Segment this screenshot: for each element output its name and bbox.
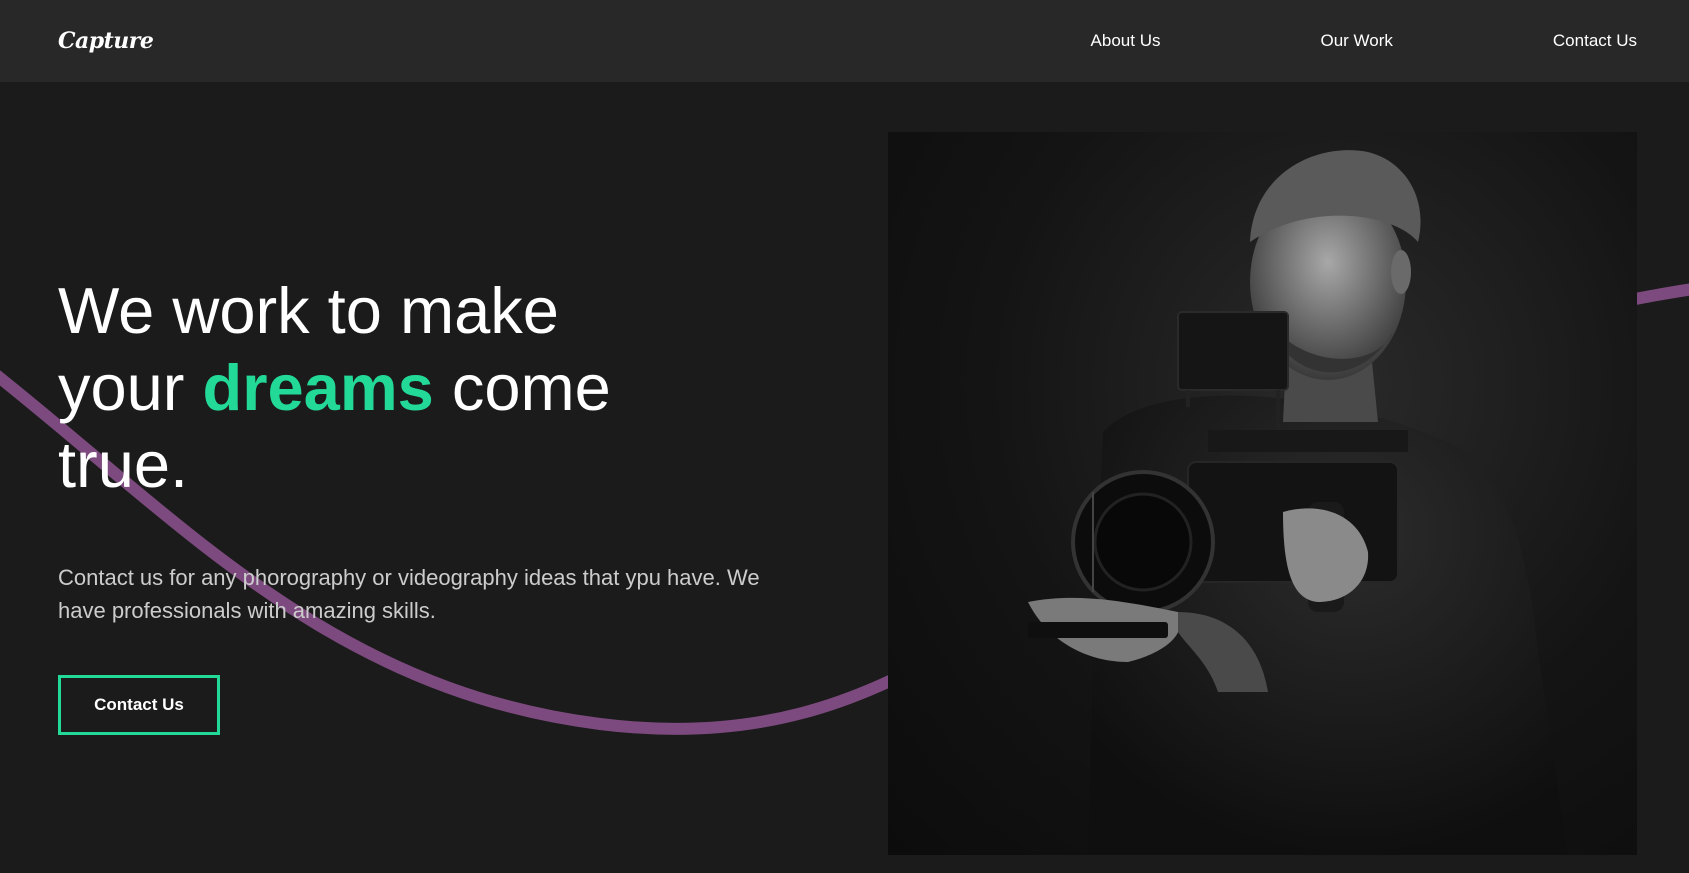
nav-link-contact-us[interactable]: Contact Us [1553,31,1637,51]
top-nav: Capture About Us Our Work Contact Us [0,0,1689,82]
contact-us-button[interactable]: Contact Us [58,675,220,735]
logo[interactable]: Capture [58,28,154,54]
nav-link-our-work[interactable]: Our Work [1320,31,1392,51]
hero-headline: We work to make your dreams come true. [58,272,698,503]
landing-page: Capture About Us Our Work Contact Us We … [0,0,1689,873]
headline-accent-word: dreams [202,351,434,424]
hero-content: We work to make your dreams come true. C… [58,272,798,735]
nav-link-about-us[interactable]: About Us [1091,31,1161,51]
nav-links: About Us Our Work Contact Us [1091,31,1637,51]
videographer-illustration [1028,150,1568,855]
hero-subtext: Contact us for any phorography or videog… [58,565,760,623]
videographer-photo [888,132,1637,855]
